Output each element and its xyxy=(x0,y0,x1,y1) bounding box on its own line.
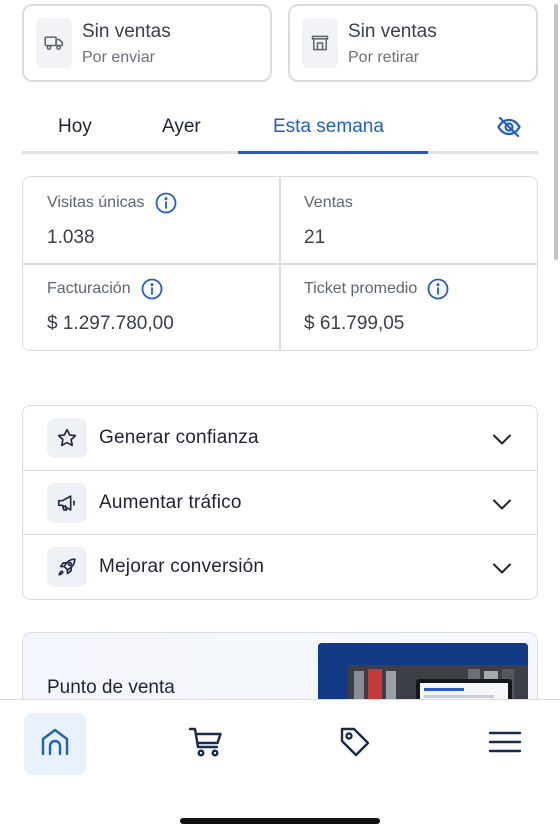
card-por-retirar[interactable]: Sin ventas Por retirar xyxy=(288,4,538,82)
accordion-mejorar-conversion[interactable]: Mejorar conversión xyxy=(23,535,537,599)
tips-accordion: Generar confianza Aumentar tráfico Mejor… xyxy=(22,405,538,600)
stat-ticket-promedio: Ticket promedio $ 61.799,05 xyxy=(304,277,449,335)
card-subtitle: Por retirar xyxy=(348,49,420,66)
home-indicator xyxy=(180,818,380,824)
stats-grid: Visitas únicas 1.038 Ventas 21 Facturaci… xyxy=(22,176,538,351)
scrollbar[interactable] xyxy=(554,4,558,260)
chevron-down-icon xyxy=(491,428,513,450)
summary-cards: Sin ventas Por enviar Sin ventas Por ret… xyxy=(22,4,538,84)
stat-facturacion: Facturación $ 1.297.780,00 xyxy=(47,277,174,335)
accordion-generar-confianza[interactable]: Generar confianza xyxy=(23,406,537,471)
accordion-label: Generar confianza xyxy=(99,427,259,448)
menu-icon xyxy=(488,729,522,760)
stat-label: Ventas xyxy=(304,194,353,211)
megaphone-icon xyxy=(47,482,87,523)
card-subtitle: Por enviar xyxy=(82,49,155,66)
info-icon[interactable] xyxy=(427,278,449,300)
promo-title: Punto de venta xyxy=(47,677,175,698)
stat-visitas-unicas: Visitas únicas 1.038 xyxy=(47,191,177,249)
active-tab-indicator xyxy=(238,151,428,154)
nav-cart[interactable] xyxy=(175,713,237,775)
store-icon xyxy=(302,18,338,68)
stat-value: 21 xyxy=(304,227,326,248)
tag-icon xyxy=(338,725,372,764)
nav-home[interactable] xyxy=(24,713,86,775)
stat-label: Ticket promedio xyxy=(304,280,418,297)
eye-off-icon[interactable] xyxy=(496,114,522,140)
home-icon xyxy=(38,725,72,764)
nav-menu[interactable] xyxy=(474,713,536,775)
stat-value: $ 1.297.780,00 xyxy=(47,313,174,334)
tab-ayer[interactable]: Ayer xyxy=(162,116,201,138)
card-title: Sin ventas xyxy=(348,21,437,42)
tab-hoy[interactable]: Hoy xyxy=(58,116,92,138)
stat-ventas: Ventas 21 xyxy=(304,191,353,249)
accordion-aumentar-trafico[interactable]: Aumentar tráfico xyxy=(23,471,537,535)
accordion-label: Aumentar tráfico xyxy=(99,491,242,513)
stat-label: Visitas únicas xyxy=(47,194,145,211)
period-tabs: Hoy Ayer Esta semana xyxy=(22,104,538,154)
star-icon xyxy=(47,418,87,458)
stat-value: 1.038 xyxy=(47,227,95,248)
tab-esta-semana[interactable]: Esta semana xyxy=(273,116,384,138)
rocket-icon xyxy=(47,547,87,587)
chevron-down-icon xyxy=(491,493,513,515)
card-por-enviar[interactable]: Sin ventas Por enviar xyxy=(22,4,272,82)
cart-icon xyxy=(188,725,224,764)
card-title: Sin ventas xyxy=(82,21,171,42)
chevron-down-icon xyxy=(491,557,513,579)
info-icon[interactable] xyxy=(155,192,177,214)
stat-value: $ 61.799,05 xyxy=(304,313,405,334)
bottom-navigation xyxy=(0,699,560,836)
truck-icon xyxy=(36,18,72,68)
info-icon[interactable] xyxy=(141,278,163,300)
nav-products[interactable] xyxy=(324,713,386,775)
accordion-label: Mejorar conversión xyxy=(99,556,265,577)
divider xyxy=(23,263,537,265)
stat-label: Facturación xyxy=(47,280,131,297)
